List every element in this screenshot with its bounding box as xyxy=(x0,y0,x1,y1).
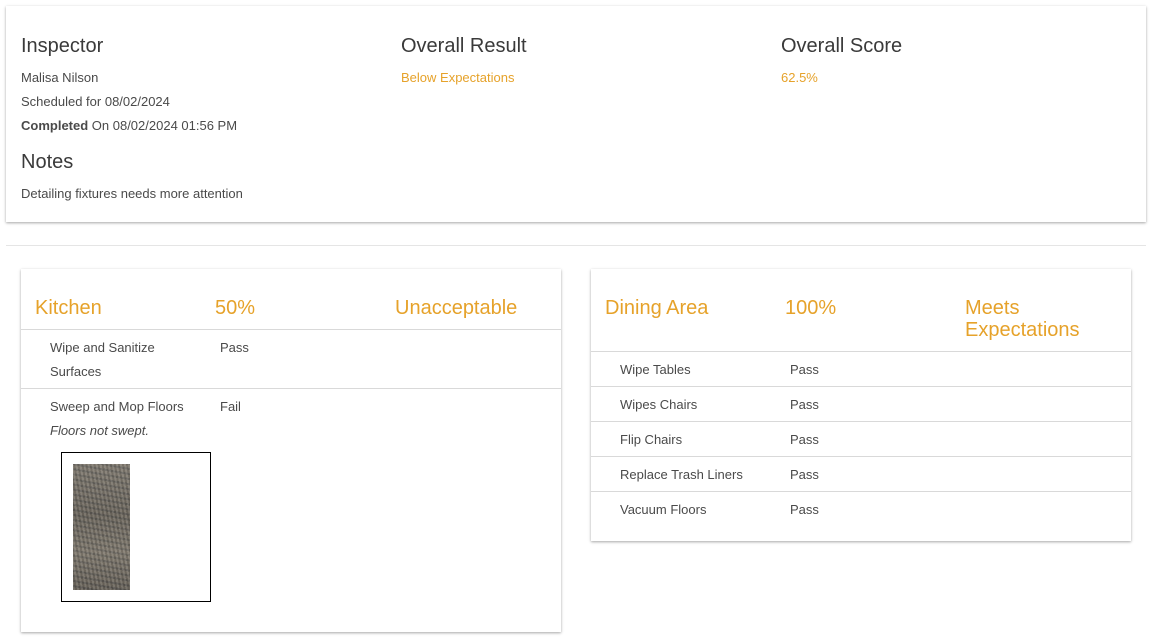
overall-result-section: Overall Result Below Expectations xyxy=(401,36,527,90)
area-name: Dining Area xyxy=(605,297,709,319)
area-score: 50% xyxy=(215,297,256,319)
task-name: Flip Chairs xyxy=(620,432,683,447)
area-rating: Meets Expectations xyxy=(965,297,1080,341)
inspector-heading: Inspector xyxy=(21,35,104,57)
notes-heading: Notes xyxy=(21,151,74,173)
task-result: Pass xyxy=(790,467,819,482)
notes-text: Detailing fixtures needs more attention xyxy=(21,186,243,201)
section-divider xyxy=(6,245,1146,246)
area-header: Dining Area 100% Meets Expectations xyxy=(591,269,1131,352)
task-result: Pass xyxy=(790,432,819,447)
task-row: Replace Trash Liners Pass xyxy=(591,457,1131,492)
task-row: Flip Chairs Pass xyxy=(591,422,1131,457)
task-result: Pass xyxy=(220,340,249,355)
scheduled-date: Scheduled for 08/02/2024 xyxy=(21,94,170,109)
task-row: Wipes Chairs Pass xyxy=(591,387,1131,422)
area-card-dining-area: Dining Area 100% Meets Expectations Wipe… xyxy=(591,269,1131,541)
task-row: Wipe and Sanitize Surfaces Pass xyxy=(21,330,561,389)
completed-label: Completed xyxy=(21,118,89,133)
task-note: Floors not swept. xyxy=(50,423,149,438)
floor-photo-image xyxy=(73,464,130,590)
overall-score-value: 62.5% xyxy=(781,70,818,85)
task-result: Pass xyxy=(790,397,819,412)
task-name: Replace Trash Liners xyxy=(620,467,743,482)
area-name: Kitchen xyxy=(35,297,102,319)
inspection-summary-card: Inspector Malisa Nilson Scheduled for 08… xyxy=(6,6,1146,222)
task-result: Fail xyxy=(220,399,241,414)
area-header: Kitchen 50% Unacceptable xyxy=(21,269,561,330)
overall-result-value: Below Expectations xyxy=(401,70,515,85)
task-result: Pass xyxy=(790,502,819,517)
task-name: Wipes Chairs xyxy=(620,397,698,412)
inspector-section: Inspector Malisa Nilson Scheduled for 08… xyxy=(21,36,243,206)
overall-score-heading: Overall Score xyxy=(781,35,903,57)
area-score: 100% xyxy=(785,297,837,319)
task-name: Wipe Tables xyxy=(620,362,691,377)
task-name: Vacuum Floors xyxy=(620,502,707,517)
task-name: Sweep and Mop Floors xyxy=(50,399,184,414)
task-row: Wipe Tables Pass xyxy=(591,352,1131,387)
task-result: Pass xyxy=(790,362,819,377)
area-card-kitchen: Kitchen 50% Unacceptable Wipe and Saniti… xyxy=(21,269,561,632)
task-name: Wipe and Sanitize Surfaces xyxy=(50,340,155,379)
overall-score-section: Overall Score 62.5% xyxy=(781,36,902,90)
overall-result-heading: Overall Result xyxy=(401,35,527,57)
task-row: Vacuum Floors Pass xyxy=(591,492,1131,526)
task-photo[interactable] xyxy=(61,452,211,602)
task-row: Sweep and Mop Floors Fail Floors not swe… xyxy=(21,389,561,632)
inspector-name: Malisa Nilson xyxy=(21,70,99,85)
area-rating: Unacceptable xyxy=(395,297,518,319)
completed-date: On 08/02/2024 01:56 PM xyxy=(88,118,238,133)
completed-line: Completed On 08/02/2024 01:56 PM xyxy=(21,114,243,138)
